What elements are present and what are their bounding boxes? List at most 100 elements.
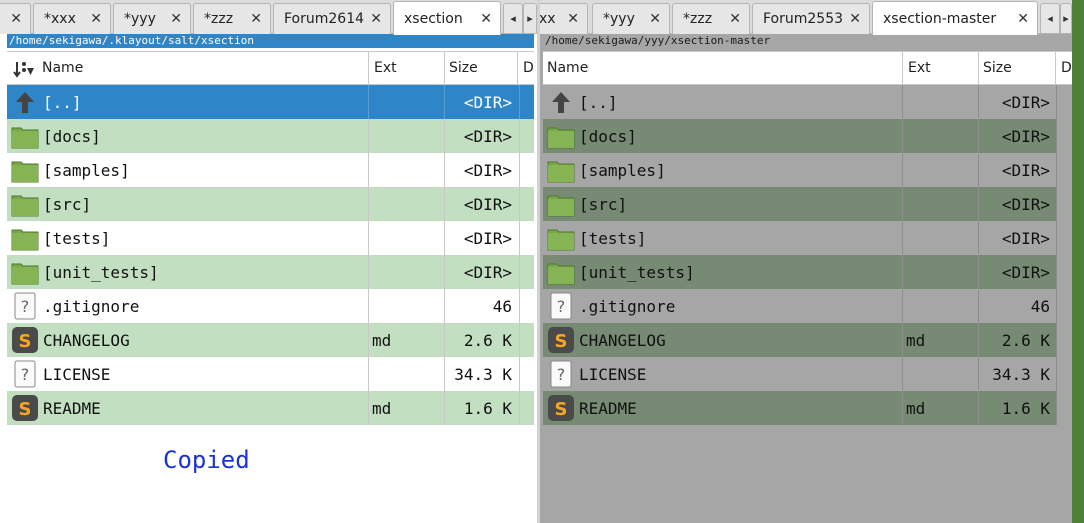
file-size: <DIR>	[1001, 160, 1050, 180]
file-row[interactable]: [unit_tests] <DIR>	[7, 255, 534, 289]
close-icon[interactable]: ✕	[480, 11, 492, 27]
ext-column-header[interactable]: Ext	[903, 52, 979, 84]
file-size: 1.6 K	[1001, 398, 1050, 418]
folder-icon	[547, 156, 575, 184]
close-icon[interactable]: ✕	[729, 11, 741, 27]
ext-column-header[interactable]: Ext	[369, 52, 445, 84]
file-row[interactable]: S CHANGELOG md 2.6 K	[7, 323, 534, 357]
left-file-panel: ✕ *xxx ✕ *yyy ✕ *zzz ✕ Forum2614 ✕ xsect…	[0, 0, 537, 523]
file-row[interactable]: ? LICENSE 34.3 K	[543, 357, 1057, 391]
file-ext	[372, 357, 445, 391]
file-ext: md	[906, 398, 926, 418]
close-icon[interactable]: ✕	[250, 11, 262, 27]
file-ext	[906, 85, 979, 119]
column-separator	[444, 289, 445, 323]
close-icon[interactable]: ✕	[90, 11, 102, 27]
date-column-header[interactable]: D	[1056, 52, 1072, 84]
tab-left-1[interactable]: *xxx ✕	[33, 3, 111, 34]
column-separator	[444, 255, 445, 289]
sublime-file-icon: S	[11, 394, 39, 422]
file-row[interactable]: S README md 1.6 K	[543, 391, 1057, 425]
tab-left-3[interactable]: *zzz ✕	[193, 3, 271, 34]
tab-scroll-right-arrow-icon[interactable]: ▸	[523, 3, 537, 34]
column-separator	[1056, 323, 1057, 357]
tab-right-0[interactable]: xx ✕	[540, 3, 588, 34]
name-column-header[interactable]: Name	[7, 52, 369, 84]
close-icon[interactable]: ✕	[170, 11, 182, 27]
close-icon[interactable]: ✕	[649, 11, 661, 27]
column-separator	[368, 153, 369, 187]
tab-right-4-active[interactable]: xsection-master ✕	[872, 1, 1038, 35]
ext-column-label: Ext	[374, 60, 397, 76]
tab-label: xsection-master	[883, 10, 997, 27]
column-separator	[444, 119, 445, 153]
tab-scroll-left-arrow-icon[interactable]: ◂	[1040, 3, 1060, 34]
tab-scroll-left-arrow-icon[interactable]: ◂	[503, 3, 523, 34]
date-column-label: D	[523, 60, 534, 76]
file-row[interactable]: [..] <DIR>	[543, 85, 1057, 119]
file-row[interactable]: [samples] <DIR>	[543, 153, 1057, 187]
column-separator	[902, 323, 903, 357]
file-size: 2.6 K	[1001, 330, 1050, 350]
close-icon[interactable]: ✕	[10, 11, 22, 27]
file-ext	[906, 289, 979, 323]
name-column-label: Name	[42, 60, 84, 76]
file-row[interactable]: [tests] <DIR>	[543, 221, 1057, 255]
size-column-header[interactable]: Size	[445, 52, 518, 84]
date-column-header[interactable]: D	[518, 52, 534, 84]
file-list: [..] <DIR> [docs] <DIR> [samples] <DIR> [src] <…	[7, 85, 534, 425]
close-icon[interactable]: ✕	[849, 11, 861, 27]
file-name: CHANGELOG	[43, 330, 130, 350]
tab-right-1[interactable]: *yyy ✕	[592, 3, 670, 34]
parent-dir-icon	[547, 88, 575, 116]
file-name: [docs]	[579, 126, 637, 146]
file-row[interactable]: [tests] <DIR>	[7, 221, 534, 255]
file-row[interactable]: ? .gitignore 46	[543, 289, 1057, 323]
file-row[interactable]: [..] <DIR>	[7, 85, 534, 119]
path-bar[interactable]: /home/sekigawa/.klayout/salt/xsection	[7, 34, 534, 48]
folder-icon	[11, 224, 39, 252]
size-column-label: Size	[983, 60, 1012, 76]
size-column-header[interactable]: Size	[979, 52, 1056, 84]
file-size: 34.3 K	[992, 364, 1050, 384]
file-row[interactable]: S CHANGELOG md 2.6 K	[543, 323, 1057, 357]
close-icon[interactable]: ✕	[370, 11, 382, 27]
file-row[interactable]: ? LICENSE 34.3 K	[7, 357, 534, 391]
tab-label: Forum2553	[763, 11, 844, 27]
left-tab-bar: ✕ *xxx ✕ *yyy ✕ *zzz ✕ Forum2614 ✕ xsect…	[0, 0, 537, 35]
date-column-label: D	[1061, 60, 1072, 76]
sort-icon[interactable]	[13, 59, 35, 79]
file-row[interactable]: [unit_tests] <DIR>	[543, 255, 1057, 289]
file-row[interactable]: [docs] <DIR>	[7, 119, 534, 153]
close-icon[interactable]: ✕	[1017, 11, 1029, 27]
tab-right-3[interactable]: Forum2553 ✕	[752, 3, 870, 34]
column-separator	[519, 85, 520, 119]
file-row[interactable]: ? .gitignore 46	[7, 289, 534, 323]
status-message: Copied	[163, 446, 250, 474]
file-ext	[372, 153, 445, 187]
file-row[interactable]: [docs] <DIR>	[543, 119, 1057, 153]
svg-text:?: ?	[557, 297, 566, 316]
tab-left-2[interactable]: *yyy ✕	[113, 3, 191, 34]
column-separator	[519, 289, 520, 323]
tab-scroll-right-arrow-icon[interactable]: ▸	[1060, 3, 1072, 34]
tab-left-0[interactable]: ✕	[0, 3, 31, 34]
tab-right-2[interactable]: *zzz ✕	[672, 3, 750, 34]
file-name: CHANGELOG	[579, 330, 666, 350]
column-separator	[368, 323, 369, 357]
file-row[interactable]: [src] <DIR>	[7, 187, 534, 221]
tab-left-5-active[interactable]: xsection ✕	[393, 1, 501, 35]
file-size: 1.6 K	[463, 398, 512, 418]
path-bar[interactable]: /home/sekigawa/yyy/xsection-master	[543, 34, 1070, 48]
file-row[interactable]: [src] <DIR>	[543, 187, 1057, 221]
tab-left-4[interactable]: Forum2614 ✕	[273, 3, 391, 34]
close-icon[interactable]: ✕	[567, 11, 579, 27]
column-separator	[1056, 119, 1057, 153]
file-list: [..] <DIR> [docs] <DIR> [samples] <DIR> [src] <…	[543, 85, 1057, 425]
column-separator	[368, 119, 369, 153]
file-row[interactable]: S README md 1.6 K	[7, 391, 534, 425]
file-row[interactable]: [samples] <DIR>	[7, 153, 534, 187]
folder-icon	[547, 122, 575, 150]
sublime-file-icon: S	[547, 394, 575, 422]
name-column-header[interactable]: Name	[543, 52, 903, 84]
